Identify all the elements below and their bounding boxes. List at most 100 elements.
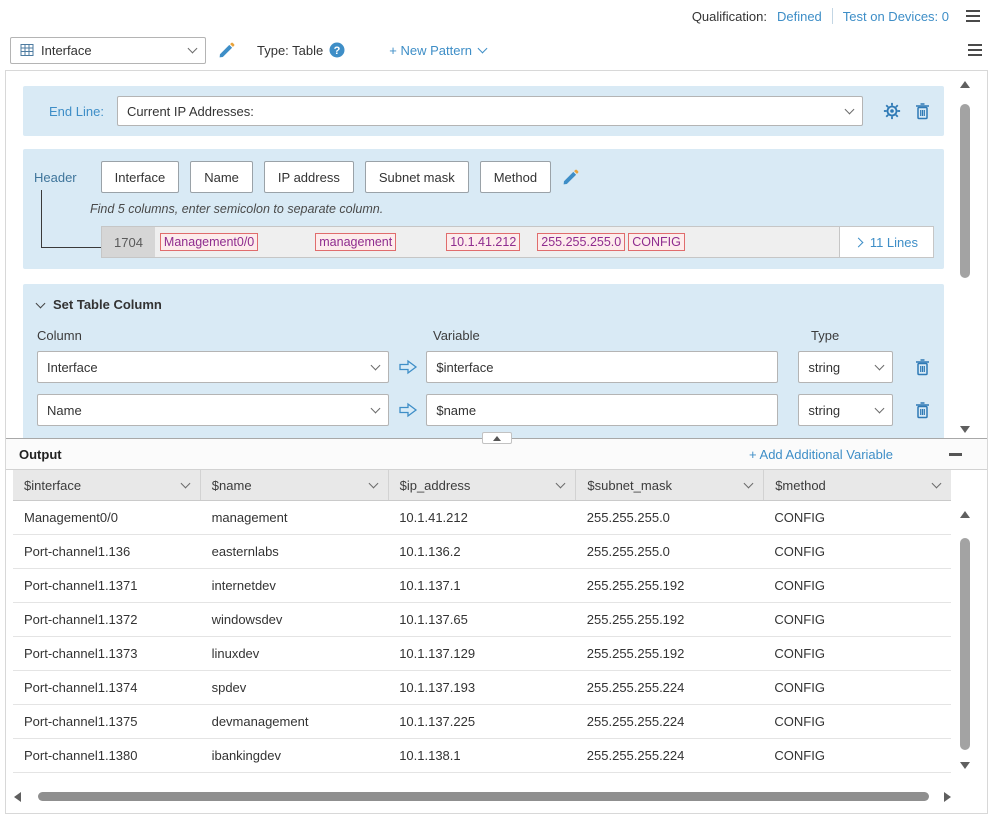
type-select[interactable]: string: [798, 351, 893, 383]
chevron-down-icon: [875, 404, 885, 414]
variable-input[interactable]: [426, 351, 778, 383]
scrollbar-thumb[interactable]: [960, 104, 970, 278]
upper-vertical-scrollbar[interactable]: [959, 81, 971, 433]
column-select[interactable]: Interface: [37, 351, 389, 383]
toolbar-menu-icon[interactable]: [967, 43, 983, 57]
column-header-text: $name: [212, 478, 252, 493]
connector-line-horizontal: [41, 247, 101, 248]
column-select[interactable]: Name: [37, 394, 389, 426]
scrollbar-track[interactable]: [960, 92, 970, 422]
trash-icon[interactable]: [915, 103, 930, 120]
scroll-down-arrow[interactable]: [960, 762, 970, 769]
chevron-down-icon: [932, 479, 942, 489]
expand-lines-link[interactable]: 11 Lines: [839, 227, 933, 257]
triangle-up-icon: [493, 436, 501, 441]
end-line-select-value: Current IP Addresses:: [127, 104, 839, 119]
chevron-down-icon: [180, 479, 190, 489]
edit-pattern-pencil-icon[interactable]: [218, 42, 235, 59]
column-header-text: $ip_address: [400, 478, 471, 493]
set-table-column-toggle[interactable]: Set Table Column: [37, 297, 930, 312]
table-grid-icon: [20, 43, 34, 57]
cell-interface: Port-channel1.1372: [13, 603, 201, 636]
header-column-button[interactable]: IP address: [264, 161, 354, 193]
cell-interface: Port-channel1.1374: [13, 671, 201, 704]
qualification-defined-link[interactable]: Defined: [777, 9, 822, 24]
pattern-select-value: Interface: [41, 43, 182, 58]
header-column-button[interactable]: Interface: [101, 161, 180, 193]
scroll-right-arrow[interactable]: [944, 792, 951, 802]
type-select[interactable]: string: [798, 394, 893, 426]
table-row: Port-channel1.1371 internetdev 10.1.137.…: [13, 569, 951, 603]
end-line-panel: End Line: Current IP Addresses:: [23, 86, 944, 136]
output-title: Output: [19, 447, 62, 462]
scrollbar-thumb[interactable]: [38, 792, 929, 801]
connector-line-vertical: [41, 190, 42, 247]
header-pattern-panel: Header Interface Name IP address Subnet …: [23, 149, 944, 269]
cell-method: CONFIG: [763, 603, 951, 636]
scroll-up-arrow[interactable]: [960, 81, 970, 88]
cell-ip-address: 10.1.138.1: [388, 739, 576, 772]
cell-method: CONFIG: [763, 569, 951, 602]
header-label: Header: [34, 170, 77, 185]
pattern-toolbar: Interface Type: Table ? + New Pattern: [0, 32, 993, 68]
trash-icon[interactable]: [915, 359, 930, 376]
header-column-button[interactable]: Method: [480, 161, 551, 193]
output-vertical-scrollbar[interactable]: [959, 511, 971, 769]
cell-ip-address: 10.1.41.212: [388, 501, 576, 534]
header-columns-row: Header Interface Name IP address Subnet …: [34, 161, 934, 193]
scrollbar-track[interactable]: [28, 792, 937, 802]
add-additional-variable-link[interactable]: + Add Additional Variable: [749, 447, 893, 462]
output-column-header[interactable]: $name: [201, 470, 389, 500]
cell-ip-address: 10.1.137.225: [388, 705, 576, 738]
output-column-header[interactable]: $interface: [13, 470, 201, 500]
top-status-bar: Qualification: Defined Test on Devices: …: [0, 0, 993, 32]
output-column-header[interactable]: $ip_address: [389, 470, 577, 500]
scroll-up-arrow[interactable]: [960, 511, 970, 518]
column-header-label: Column: [37, 328, 433, 343]
header-column-button[interactable]: Name: [190, 161, 253, 193]
cell-interface: Management0/0: [13, 501, 201, 534]
chevron-down-icon: [845, 105, 855, 115]
cell-method: CONFIG: [763, 501, 951, 534]
cell-interface: Port-channel1.1380: [13, 739, 201, 772]
output-column-header[interactable]: $method: [764, 470, 951, 500]
pattern-definition-area: End Line: Current IP Addresses: Header: [6, 71, 987, 438]
cell-ip-address: 10.1.137.129: [388, 637, 576, 670]
edit-header-pencil-icon[interactable]: [562, 169, 579, 186]
set-table-column-panel: Set Table Column Column Variable Type In…: [23, 284, 944, 438]
cell-name: easternlabs: [201, 535, 389, 568]
output-column-header[interactable]: $subnet_mask: [576, 470, 764, 500]
gear-icon[interactable]: [883, 102, 901, 120]
variable-header-label: Variable: [433, 328, 811, 343]
type-select-value: string: [808, 360, 869, 375]
variable-input[interactable]: [426, 394, 778, 426]
cell-interface: Port-channel1.136: [13, 535, 201, 568]
end-line-select[interactable]: Current IP Addresses:: [117, 96, 863, 126]
minimize-output-icon[interactable]: [949, 453, 962, 456]
cell-ip-address: 10.1.137.65: [388, 603, 576, 636]
new-pattern-link[interactable]: + New Pattern: [389, 43, 486, 58]
cell-subnet-mask: 255.255.255.192: [576, 603, 764, 636]
test-on-devices-link[interactable]: Test on Devices: 0: [843, 9, 949, 24]
cell-method: CONFIG: [763, 535, 951, 568]
output-horizontal-scrollbar[interactable]: [14, 791, 951, 803]
table-row: Management0/0 management 10.1.41.212 255…: [13, 501, 951, 535]
column-mapping-row: Interface string: [37, 351, 930, 383]
chevron-down-icon: [371, 361, 381, 371]
help-icon[interactable]: ?: [329, 42, 345, 58]
scroll-left-arrow[interactable]: [14, 792, 21, 802]
pattern-select[interactable]: Interface: [10, 37, 206, 64]
qualification-label: Qualification:: [692, 9, 767, 24]
scroll-down-arrow[interactable]: [960, 426, 970, 433]
cell-ip-address: 10.1.137.193: [388, 671, 576, 704]
collapse-output-button[interactable]: [482, 432, 512, 444]
scrollbar-thumb[interactable]: [960, 538, 970, 750]
menu-icon[interactable]: [965, 9, 981, 23]
output-section: Output + Add Additional Variable $interf…: [6, 438, 987, 813]
cell-subnet-mask: 255.255.255.192: [576, 569, 764, 602]
chevron-down-icon: [744, 479, 754, 489]
scrollbar-track[interactable]: [960, 522, 970, 758]
matched-token: CONFIG: [628, 233, 685, 251]
header-column-button[interactable]: Subnet mask: [365, 161, 469, 193]
trash-icon[interactable]: [915, 402, 930, 419]
